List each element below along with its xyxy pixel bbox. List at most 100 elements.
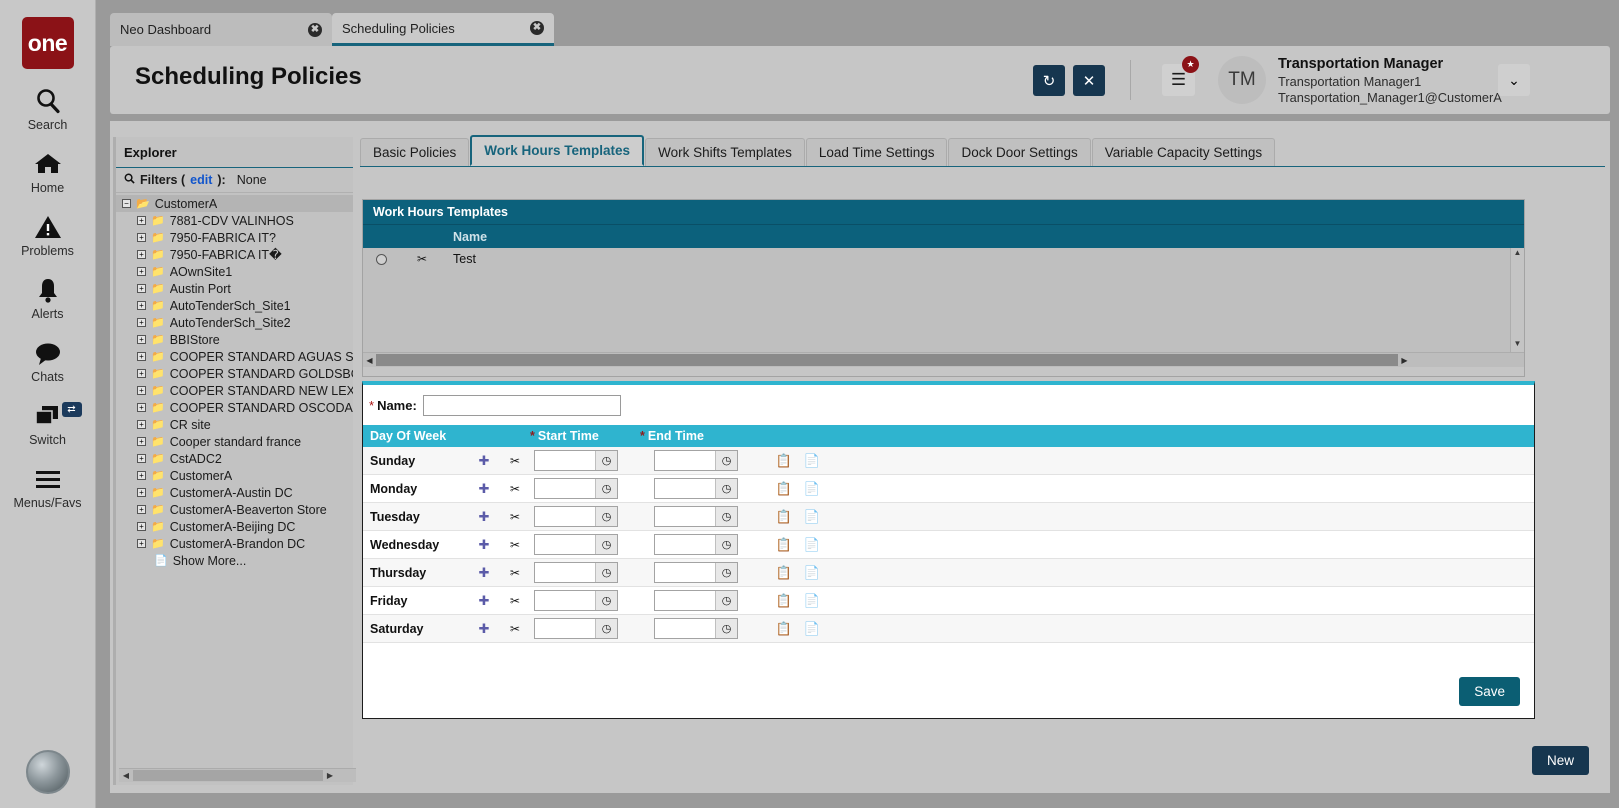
tree-node[interactable]: +📁CustomerA-Beijing DC	[116, 518, 353, 535]
expand-icon[interactable]: +	[137, 420, 146, 429]
copy-icon[interactable]: 📋	[770, 453, 798, 469]
new-button[interactable]: New	[1532, 746, 1589, 775]
filters-edit-link[interactable]: edit	[190, 173, 212, 187]
tree-node[interactable]: +📁CstADC2	[116, 450, 353, 467]
grid-horizontal-scrollbar[interactable]: ◀ ▶	[363, 352, 1524, 367]
tree-node[interactable]: +📁CustomerA-Beaverton Store	[116, 501, 353, 518]
collapse-icon[interactable]: −	[122, 199, 131, 208]
rail-item-alerts[interactable]: Alerts	[0, 274, 96, 321]
expand-icon[interactable]: +	[137, 471, 146, 480]
clock-icon[interactable]: ◷	[595, 451, 617, 470]
explorer-horizontal-scrollbar[interactable]: ◀ ▶	[119, 768, 356, 782]
tree-node[interactable]: +📁COOPER STANDARD GOLDSBORO	[116, 365, 353, 382]
scissors-icon[interactable]: ✂	[500, 482, 530, 496]
paste-icon[interactable]: 📄	[798, 481, 826, 497]
tree-node[interactable]: +📁CustomerA	[116, 467, 353, 484]
end-time-input[interactable]	[655, 591, 715, 610]
scissors-icon[interactable]: ✂	[500, 594, 530, 608]
rail-item-search[interactable]: Search	[0, 85, 96, 132]
explorer-filters-bar[interactable]: Filters ( edit ): None	[116, 168, 353, 193]
start-time-input[interactable]	[535, 451, 595, 470]
clock-icon[interactable]: ◷	[595, 535, 617, 554]
tree-node[interactable]: +📁BBIStore	[116, 331, 353, 348]
paste-icon[interactable]: 📄	[798, 509, 826, 525]
close-icon[interactable]: ✖	[530, 21, 544, 35]
clock-icon[interactable]: ◷	[595, 479, 617, 498]
copy-icon[interactable]: 📋	[770, 537, 798, 553]
avatar[interactable]: TM	[1218, 56, 1266, 104]
close-icon[interactable]: ✖	[308, 23, 322, 37]
expand-icon[interactable]: +	[137, 437, 146, 446]
browser-tab-neo-dashboard[interactable]: Neo Dashboard ✖	[110, 13, 332, 46]
scissors-icon[interactable]: ✂	[500, 566, 530, 580]
expand-icon[interactable]: +	[137, 505, 146, 514]
end-time-input[interactable]	[655, 451, 715, 470]
switch-badge-icon[interactable]: ⇄	[62, 402, 82, 417]
end-time-input[interactable]	[655, 619, 715, 638]
end-time-input[interactable]	[655, 535, 715, 554]
rail-user-avatar[interactable]	[26, 750, 70, 794]
expand-icon[interactable]: +	[137, 539, 146, 548]
expand-icon[interactable]: +	[137, 488, 146, 497]
clock-icon[interactable]: ◷	[715, 591, 737, 610]
start-time-input[interactable]	[535, 507, 595, 526]
paste-icon[interactable]: 📄	[798, 593, 826, 609]
tree-node[interactable]: +📁7950-FABRICA IT?	[116, 229, 353, 246]
scrollbar-thumb[interactable]	[376, 354, 1398, 366]
tab-dock-door-settings[interactable]: Dock Door Settings	[948, 138, 1090, 166]
paste-icon[interactable]: 📄	[798, 537, 826, 553]
start-time-input[interactable]	[535, 535, 595, 554]
tree-node[interactable]: +📁CustomerA-Austin DC	[116, 484, 353, 501]
add-row-icon[interactable]: ✚	[468, 621, 500, 637]
expand-icon[interactable]: +	[137, 335, 146, 344]
tree-node[interactable]: +📁Austin Port	[116, 280, 353, 297]
copy-icon[interactable]: 📋	[770, 593, 798, 609]
expand-icon[interactable]: +	[137, 318, 146, 327]
paste-icon[interactable]: 📄	[798, 621, 826, 637]
expand-icon[interactable]: +	[137, 267, 146, 276]
name-input[interactable]	[423, 395, 621, 416]
start-time-input[interactable]	[535, 591, 595, 610]
clock-icon[interactable]: ◷	[715, 451, 737, 470]
tree-node[interactable]: +📁AutoTenderSch_Site2	[116, 314, 353, 331]
expand-icon[interactable]: +	[137, 454, 146, 463]
end-time-input[interactable]	[655, 479, 715, 498]
add-row-icon[interactable]: ✚	[468, 565, 500, 581]
expand-icon[interactable]: +	[137, 301, 146, 310]
start-time-input[interactable]	[535, 563, 595, 582]
add-row-icon[interactable]: ✚	[468, 453, 500, 469]
tree-node-show-more[interactable]: 📄Show More...	[116, 552, 353, 569]
rail-item-switch[interactable]: ⇄ Switch	[0, 400, 96, 447]
clock-icon[interactable]: ◷	[715, 563, 737, 582]
expand-icon[interactable]: +	[137, 216, 146, 225]
tab-work-hours-templates[interactable]: Work Hours Templates	[470, 135, 644, 166]
expand-icon[interactable]: +	[137, 284, 146, 293]
clock-icon[interactable]: ◷	[715, 535, 737, 554]
tree-node[interactable]: +📁COOPER STANDARD NEW LEXINGTON	[116, 382, 353, 399]
tree-node[interactable]: +📁CR site	[116, 416, 353, 433]
browser-tab-scheduling-policies[interactable]: Scheduling Policies ✖	[332, 13, 554, 46]
tree-node[interactable]: +📁COOPER STANDARD AGUAS SEALING (3	[116, 348, 353, 365]
clock-icon[interactable]: ◷	[595, 507, 617, 526]
clock-icon[interactable]: ◷	[595, 591, 617, 610]
scroll-right-icon[interactable]: ▶	[1398, 356, 1411, 365]
tree-node[interactable]: +📁CustomerA-Brandon DC	[116, 535, 353, 552]
tree-node-root[interactable]: − 📂 CustomerA	[116, 195, 353, 212]
tree-node[interactable]: +📁7881-CDV VALINHOS	[116, 212, 353, 229]
copy-icon[interactable]: 📋	[770, 565, 798, 581]
tab-basic-policies[interactable]: Basic Policies	[360, 138, 469, 166]
expand-icon[interactable]: +	[137, 352, 146, 361]
row-radio[interactable]	[363, 254, 399, 265]
expand-icon[interactable]: +	[137, 250, 146, 259]
tab-load-time-settings[interactable]: Load Time Settings	[806, 138, 948, 166]
scissors-icon[interactable]: ✂	[399, 252, 445, 266]
paste-icon[interactable]: 📄	[798, 453, 826, 469]
expand-icon[interactable]: +	[137, 369, 146, 378]
copy-icon[interactable]: 📋	[770, 509, 798, 525]
copy-icon[interactable]: 📋	[770, 481, 798, 497]
tree-node[interactable]: +📁AutoTenderSch_Site1	[116, 297, 353, 314]
add-row-icon[interactable]: ✚	[468, 593, 500, 609]
expand-icon[interactable]: +	[137, 522, 146, 531]
tree-node[interactable]: +📁7950-FABRICA IT�	[116, 246, 353, 263]
expand-icon[interactable]: +	[137, 233, 146, 242]
